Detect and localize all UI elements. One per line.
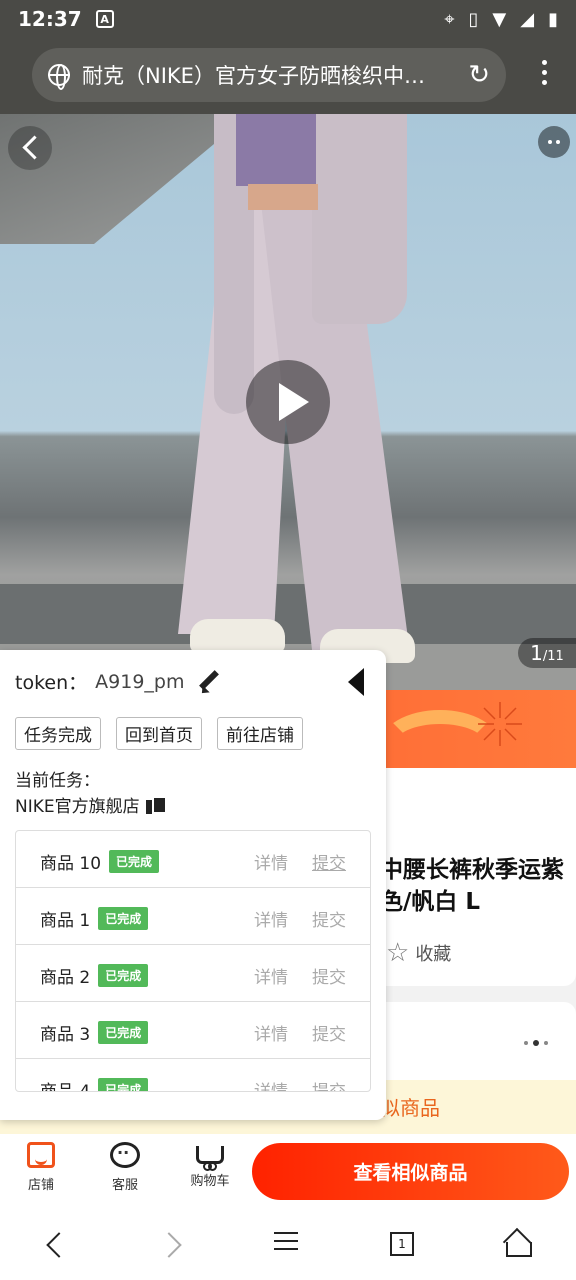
nav-menu-icon[interactable] xyxy=(266,1226,306,1266)
panel-actions: 任务完成 回到首页 前往店铺 xyxy=(15,717,303,750)
status-badge: 已完成 xyxy=(98,964,149,987)
submit-link[interactable]: 提交 xyxy=(312,1077,346,1091)
list-item: 商品 1 已完成 详情 提交 xyxy=(16,888,370,945)
token-label: token： xyxy=(15,672,88,694)
globe-icon xyxy=(48,64,70,90)
go-store-button[interactable]: 前往店铺 xyxy=(217,717,303,750)
submit-link[interactable]: 提交 xyxy=(312,963,346,988)
back-home-button[interactable]: 回到首页 xyxy=(116,717,202,750)
product-image[interactable]: 1 /11 xyxy=(0,114,576,690)
token-row: token： A919_pm xyxy=(15,668,220,695)
firework-icon xyxy=(478,702,522,746)
more-icon[interactable] xyxy=(538,126,570,158)
status-bar: 12:37 A ⌖ ▯ ▼ ◢ ▮ xyxy=(0,0,576,38)
reload-icon[interactable]: ↻ xyxy=(468,60,490,90)
token-value: A919_pm xyxy=(95,670,185,693)
favorite-label: 收藏 xyxy=(415,944,452,965)
detail-link[interactable]: 详情 xyxy=(254,849,288,874)
browser-menu-icon[interactable] xyxy=(542,60,548,85)
item-name: 商品 4 xyxy=(40,1082,91,1092)
submit-link[interactable]: 提交 xyxy=(312,906,346,931)
task-complete-button[interactable]: 任务完成 xyxy=(15,717,101,750)
app-notification-icon: A xyxy=(95,10,114,28)
list-item: 商品 10 已完成 详情 提交 xyxy=(16,831,370,888)
customer-service-button[interactable]: 客服 xyxy=(95,1142,155,1193)
similar-strip-label: 似商品 xyxy=(380,1096,440,1120)
tab-count: 1 xyxy=(390,1232,414,1256)
detail-link[interactable]: 详情 xyxy=(254,1020,288,1045)
nav-home-icon[interactable] xyxy=(498,1226,538,1266)
store-button[interactable]: 店铺 xyxy=(11,1142,71,1193)
battery-icon: ▮ xyxy=(548,8,558,30)
edit-icon[interactable] xyxy=(198,671,220,693)
task-item-list[interactable]: 商品 10 已完成 详情 提交 商品 1 已完成 详情 提交 商品 2 已完成 … xyxy=(15,830,371,1092)
nav-back-icon[interactable] xyxy=(36,1226,76,1266)
chat-icon xyxy=(110,1142,140,1168)
status-badge: 已完成 xyxy=(98,1021,149,1044)
detail-link[interactable]: 详情 xyxy=(254,906,288,931)
vibrate-icon: ▯ xyxy=(468,8,479,30)
task-panel: token： A919_pm 任务完成 回到首页 前往店铺 当前任务： NIKE… xyxy=(0,650,386,1120)
list-item: 商品 4 已完成 详情 提交 xyxy=(16,1059,370,1092)
copy-icon[interactable] xyxy=(145,795,167,814)
back-icon[interactable] xyxy=(8,126,52,170)
cart-label: 购物车 xyxy=(190,1174,230,1189)
image-counter-total: /11 xyxy=(542,649,564,664)
cart-icon xyxy=(196,1146,224,1171)
status-icons: ⌖ ▯ ▼ ◢ ▮ xyxy=(444,9,558,30)
submit-link[interactable]: 提交 xyxy=(312,1020,346,1045)
detail-link[interactable]: 详情 xyxy=(254,1077,288,1091)
cart-button[interactable]: 购物车 xyxy=(180,1142,240,1189)
system-nav-bar: 1 xyxy=(0,1210,576,1280)
bottom-action-bar: 店铺 客服 购物车 查看相似商品 xyxy=(0,1134,576,1210)
product-name: 中腰长裤秋季运紫色/帆白 L xyxy=(380,857,564,915)
more-options-icon[interactable] xyxy=(524,1040,548,1046)
location-icon: ⌖ xyxy=(444,8,455,30)
store-icon xyxy=(27,1142,55,1168)
page-title: 耐克（NIKE）官方女子防晒梭织中… xyxy=(82,64,425,88)
favorite-button[interactable]: ☆ 收藏 xyxy=(386,938,451,968)
nav-forward-icon[interactable] xyxy=(152,1226,192,1266)
nav-tabs-icon[interactable]: 1 xyxy=(382,1226,422,1266)
browser-toolbar: 耐克（NIKE）官方女子防晒梭织中… ↻ xyxy=(0,38,576,114)
current-task-shop: NIKE官方旗舰店 xyxy=(15,792,167,817)
status-badge: 已完成 xyxy=(109,850,160,873)
play-video-icon[interactable] xyxy=(246,360,330,444)
view-similar-button[interactable]: 查看相似商品 xyxy=(252,1143,569,1200)
collapse-panel-icon[interactable] xyxy=(348,668,364,696)
status-badge: 已完成 xyxy=(98,1078,149,1091)
image-counter-current: 1 xyxy=(530,641,543,665)
list-item: 商品 2 已完成 详情 提交 xyxy=(16,945,370,1002)
status-time: 12:37 xyxy=(18,7,82,31)
submit-link[interactable]: 提交 xyxy=(312,849,346,874)
wifi-icon: ▼ xyxy=(492,8,507,30)
signal-icon: ◢ xyxy=(520,8,535,30)
detail-link[interactable]: 详情 xyxy=(254,963,288,988)
image-counter: 1 /11 xyxy=(518,638,576,668)
current-task-label: 当前任务： xyxy=(15,771,100,791)
service-label: 客服 xyxy=(111,1178,138,1193)
status-badge: 已完成 xyxy=(98,907,149,930)
store-label: 店铺 xyxy=(27,1178,54,1193)
list-item: 商品 3 已完成 详情 提交 xyxy=(16,1002,370,1059)
item-name: 商品 10 xyxy=(40,854,102,874)
current-task-shop-name: NIKE官方旗舰店 xyxy=(15,797,140,817)
item-name: 商品 1 xyxy=(40,911,91,931)
item-name: 商品 2 xyxy=(40,968,91,988)
star-icon: ☆ xyxy=(386,938,410,968)
address-bar[interactable]: 耐克（NIKE）官方女子防晒梭织中… ↻ xyxy=(32,48,506,102)
item-name: 商品 3 xyxy=(40,1025,91,1045)
